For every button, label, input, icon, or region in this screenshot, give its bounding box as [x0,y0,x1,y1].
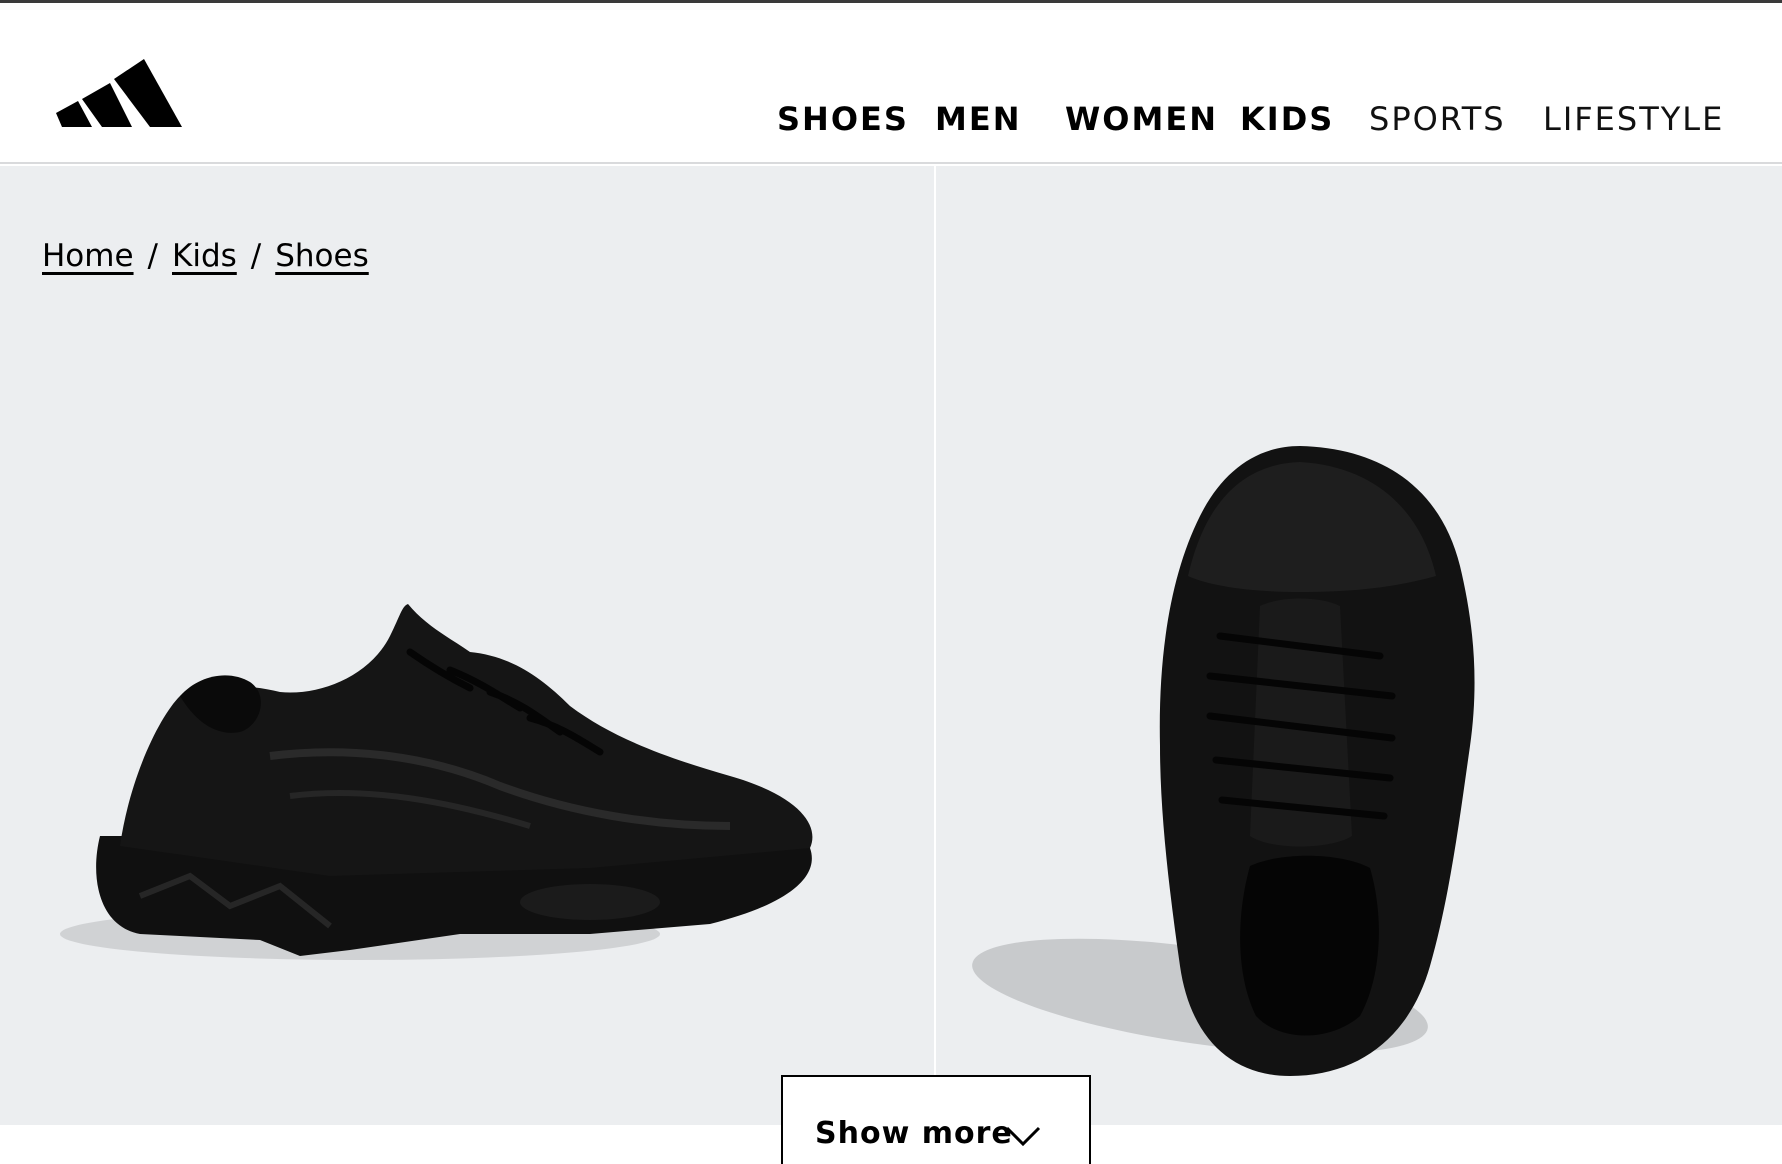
breadcrumb-separator: / [147,238,158,274]
show-more-label: Show more [815,1116,1013,1151]
nav-item-kids[interactable]: KIDS [1240,99,1334,139]
product-image-top[interactable] [960,276,1580,1136]
main-nav: SHOES MEN WOMEN KIDS SPORTS LIFESTYLE [0,99,1782,139]
nav-item-shoes[interactable]: SHOES [777,99,909,139]
gallery-divider [934,166,936,1125]
nav-item-lifestyle[interactable]: LIFESTYLE [1543,99,1724,139]
breadcrumb-kids[interactable]: Kids [172,238,237,274]
breadcrumb-separator: / [250,238,262,274]
product-gallery: Home / Kids / Shoes [0,166,1782,1125]
chevron-down-icon [1005,1126,1041,1147]
breadcrumb-home[interactable]: Home [42,238,134,274]
nav-item-men[interactable]: MEN [935,99,1021,139]
product-image-side[interactable] [30,456,830,1016]
breadcrumb-shoes[interactable]: Shoes [275,238,369,274]
site-header: SHOES MEN WOMEN KIDS SPORTS LIFESTYLE [0,3,1782,164]
show-more-button[interactable]: Show more [781,1075,1091,1164]
nav-item-women[interactable]: WOMEN [1065,99,1218,139]
breadcrumb: Home / Kids / Shoes [42,236,369,276]
nav-item-sports[interactable]: SPORTS [1369,99,1506,139]
